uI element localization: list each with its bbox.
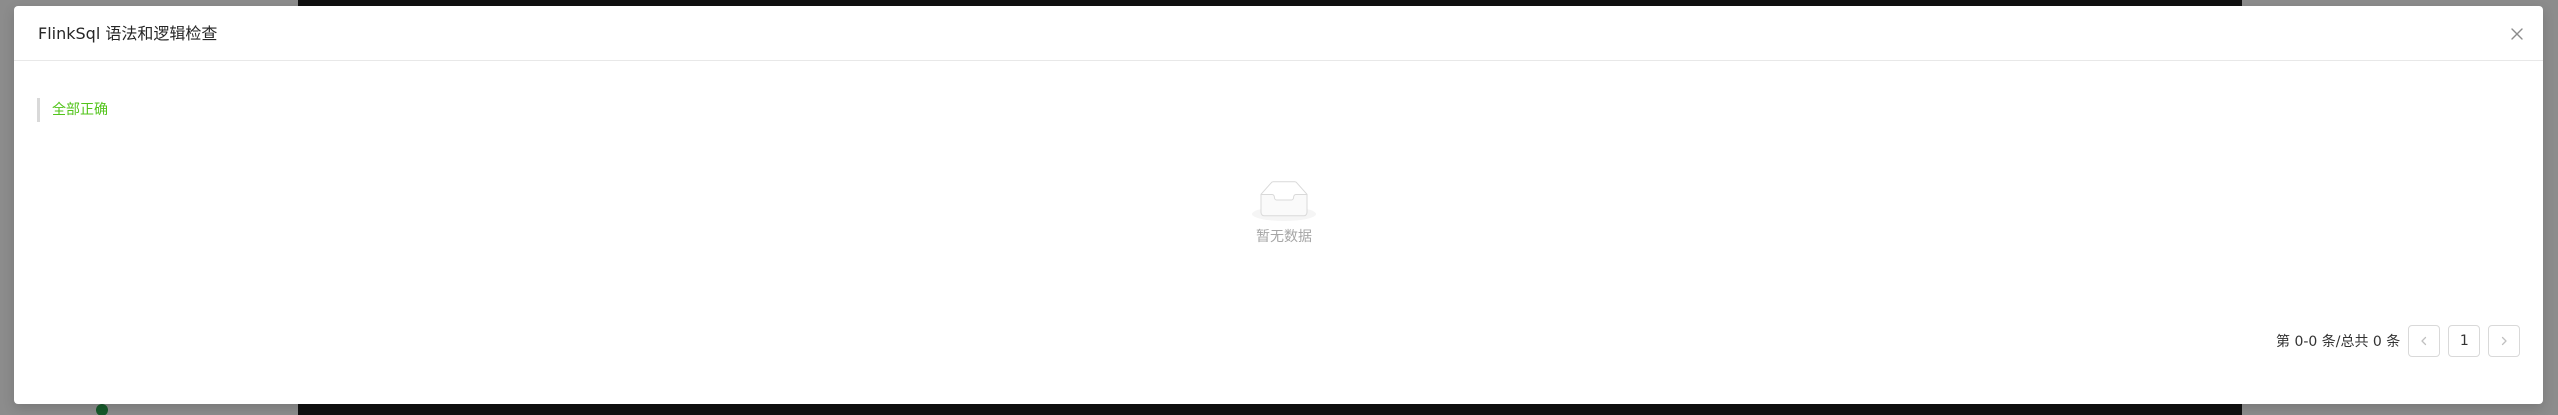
chevron-left-icon [2421, 336, 2427, 346]
syntax-check-modal: FlinkSql 语法和逻辑检查 全部正确 暂无数据 第 0-0 条/总共 0 … [14, 6, 2543, 404]
pagination-page-number: 1 [2459, 333, 2469, 349]
modal-title: FlinkSql 语法和逻辑检查 [38, 24, 218, 43]
pagination-prev-button[interactable] [2408, 325, 2441, 357]
check-result-block: 全部正确 [37, 98, 108, 122]
chevron-right-icon [2502, 336, 2507, 346]
pagination-page-1[interactable]: 1 [2448, 325, 2481, 357]
check-result-text: 全部正确 [52, 102, 108, 118]
modal-header: FlinkSql 语法和逻辑检查 [14, 6, 2543, 61]
close-icon [2511, 28, 2523, 40]
empty-state: 暂无数据 [1209, 181, 1359, 261]
pagination-next-button[interactable] [2488, 325, 2521, 357]
pagination-total: 第 0-0 条/总共 0 条 [2276, 334, 2401, 350]
pagination: 第 0-0 条/总共 0 条 1 [2276, 325, 2528, 357]
empty-state-text: 暂无数据 [1256, 229, 1312, 245]
empty-inbox-icon [1252, 181, 1316, 221]
close-button[interactable] [2505, 22, 2529, 46]
